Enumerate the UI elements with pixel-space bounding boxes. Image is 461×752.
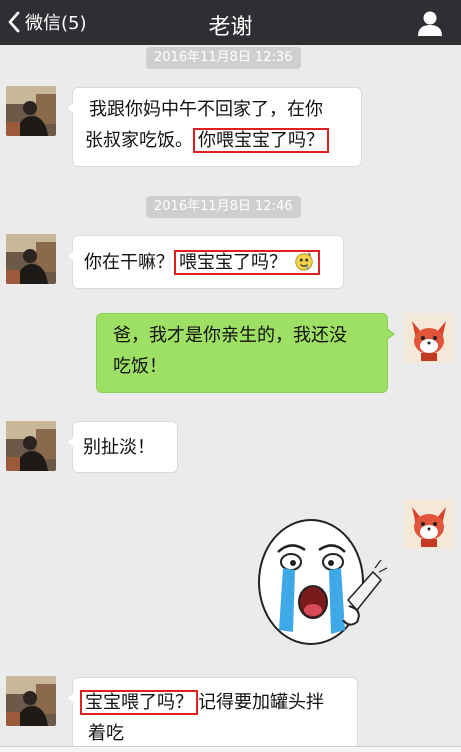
message-text: 记得要加罐头拌 — [198, 692, 324, 713]
timestamp: 2016年11月8日 12:36 — [146, 47, 301, 69]
fox-avatar-icon — [404, 313, 454, 363]
my-avatar[interactable] — [404, 499, 454, 549]
contact-avatar[interactable] — [6, 421, 56, 471]
timestamp: 2016年11月8日 12:46 — [146, 196, 301, 218]
contact-avatar[interactable] — [6, 86, 56, 136]
message-text: 喂宝宝了吗？ — [179, 252, 287, 273]
message-text-line: 宝宝喂了吗？ 记得要加罐头拌 — [80, 687, 357, 718]
fox-avatar-icon — [404, 499, 454, 549]
message-bubble[interactable]: 我跟你妈中午不回家了，在你 张叔家吃饭。 你喂宝宝了吗？ — [66, 87, 362, 167]
chat-title: 老谢 — [208, 15, 253, 40]
drool-emoji-icon — [295, 252, 313, 271]
crying-face-sticker[interactable] — [253, 510, 393, 660]
message-text-line: 吃饭！ — [113, 356, 167, 377]
contact-photo — [6, 676, 56, 726]
message-text-line: 我跟你妈中午不回家了，在你 — [89, 99, 323, 120]
input-bar[interactable] — [0, 746, 461, 752]
contact-avatar[interactable] — [6, 234, 56, 284]
contact-photo — [6, 421, 56, 471]
message-bubble[interactable]: 宝宝喂了吗？ 记得要加罐头拌 着吃 — [66, 677, 358, 752]
message-text-line: 张叔家吃饭。 你喂宝宝了吗？ — [85, 125, 361, 156]
contact-photo — [6, 234, 56, 284]
message-text-line: 爸，我才是你亲生的，我还没 — [113, 325, 347, 346]
contact-photo — [6, 86, 56, 136]
message-bubble-me[interactable]: 爸，我才是你亲生的，我还没 吃饭！ — [96, 313, 395, 393]
message-text: 别扯淡！ — [83, 437, 155, 458]
top-bar: 微信(5) 老谢 — [0, 0, 461, 45]
chat-info-button[interactable] — [415, 9, 445, 37]
message-bubble[interactable]: 你在干嘛？ 喂宝宝了吗？ — [66, 235, 344, 289]
message-text-line: 着吃 — [88, 723, 124, 744]
crying-face-sticker-icon — [258, 519, 388, 645]
person-icon — [418, 11, 442, 36]
contact-avatar[interactable] — [6, 676, 56, 726]
message-text: 你在干嘛？ — [84, 252, 174, 273]
highlighted-text: 喂宝宝了吗？ — [174, 250, 320, 275]
highlighted-text: 宝宝喂了吗？ — [80, 690, 198, 715]
highlighted-text: 你喂宝宝了吗？ — [193, 128, 329, 153]
my-avatar[interactable] — [404, 313, 454, 363]
message-bubble[interactable]: 别扯淡！ — [66, 421, 178, 473]
message-text: 张叔家吃饭。 — [85, 130, 193, 151]
